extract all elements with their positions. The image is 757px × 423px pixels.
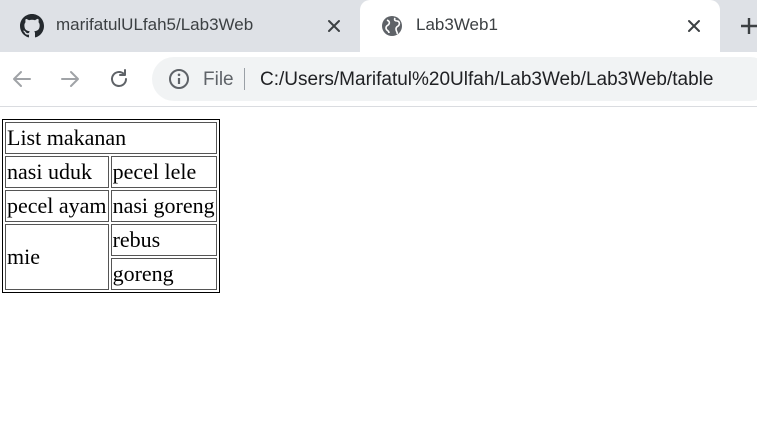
back-arrow-icon[interactable] — [8, 65, 36, 93]
divider — [244, 68, 245, 90]
github-icon — [20, 14, 44, 38]
url-scheme: File — [203, 69, 234, 90]
tab-lab3web1[interactable]: Lab3Web1 — [360, 0, 720, 52]
new-tab-icon[interactable] — [737, 14, 757, 38]
table-row: List makanan — [5, 122, 217, 154]
table-cell: mie — [5, 224, 109, 290]
address-bar[interactable]: File C:/Users/Marifatul%20Ulfah/Lab3Web/… — [152, 57, 757, 101]
close-icon[interactable] — [322, 14, 346, 38]
table-row: pecel ayam nasi goreng — [5, 190, 217, 222]
food-table: List makanan nasi uduk pecel lele pecel … — [2, 119, 220, 293]
reload-icon[interactable] — [105, 65, 133, 93]
table-cell: nasi uduk — [5, 156, 109, 188]
globe-icon — [380, 14, 404, 38]
tab-github[interactable]: marifatulULfah5/Lab3Web — [0, 0, 360, 52]
table-row: mie rebus — [5, 224, 217, 290]
page-content: List makanan nasi uduk pecel lele pecel … — [0, 107, 757, 423]
url-text[interactable]: C:/Users/Marifatul%20Ulfah/Lab3Web/Lab3W… — [260, 69, 713, 91]
table-header-cell: List makanan — [5, 122, 217, 154]
info-icon[interactable] — [168, 68, 190, 90]
forward-arrow-icon[interactable] — [56, 65, 84, 93]
table-cell: rebus — [110, 224, 217, 256]
close-icon[interactable] — [682, 14, 706, 38]
table-cell: pecel lele — [110, 156, 217, 188]
tab-title: Lab3Web1 — [416, 15, 498, 34]
tab-strip: marifatulULfah5/Lab3Web Lab3Web1 — [0, 0, 757, 52]
toolbar: File C:/Users/Marifatul%20Ulfah/Lab3Web/… — [0, 52, 757, 107]
table-cell: nasi goreng — [110, 190, 217, 222]
table-cell: goreng — [110, 258, 217, 290]
table-row: nasi uduk pecel lele — [5, 156, 217, 188]
tab-title: marifatulULfah5/Lab3Web — [56, 15, 254, 34]
table-cell: pecel ayam — [5, 190, 109, 222]
